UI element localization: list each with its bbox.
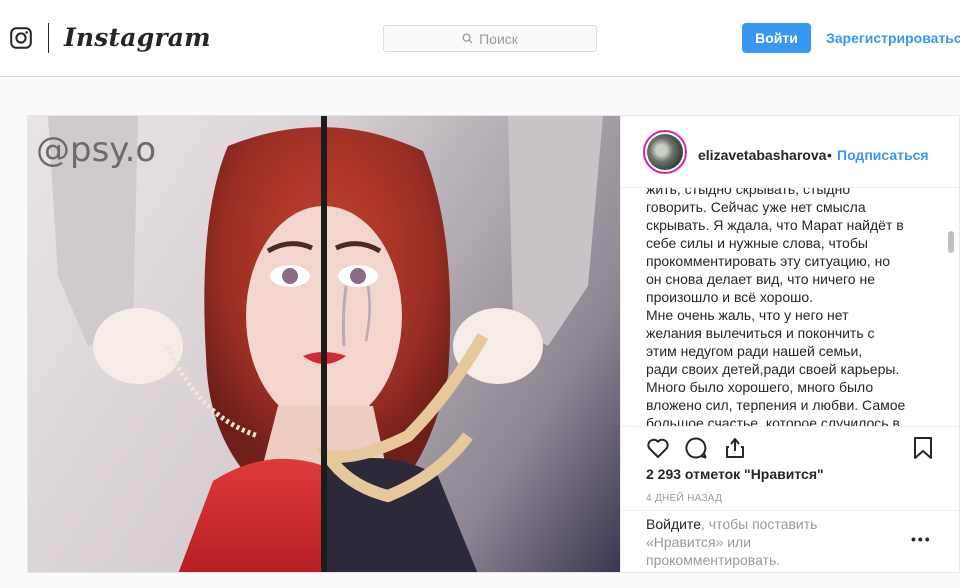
post-timestamp: 4 ДНЕЙ НАЗАД <box>646 493 723 504</box>
search-icon <box>462 31 473 47</box>
post-card: @psy.o elizavetabasharova • Подписаться … <box>27 115 960 573</box>
avatar-image <box>647 134 683 170</box>
search-placeholder: Поиск <box>479 30 518 47</box>
more-options-icon[interactable]: ••• <box>911 531 932 547</box>
logo-divider <box>48 23 49 53</box>
likes-count[interactable]: 2 293 отметок "Нравится" <box>646 466 824 482</box>
post-photo[interactable]: @psy.o <box>28 116 620 572</box>
author-username[interactable]: elizavetabasharova <box>698 147 828 163</box>
header-separator: • <box>827 147 832 163</box>
instagram-camera-icon[interactable] <box>10 27 32 49</box>
caption-text: жить, стыдно скрывать, стыдно говорить. … <box>646 188 906 426</box>
post-header: elizavetabasharova • Подписаться <box>621 116 959 188</box>
login-prompt: Войдите, чтобы поставить «Нравится» или … <box>621 510 959 572</box>
login-prompt-text: Войдите, чтобы поставить «Нравится» или … <box>646 515 876 569</box>
post-caption[interactable]: жить, стыдно скрывать, стыдно говорить. … <box>646 188 946 426</box>
login-button[interactable]: Войти <box>742 23 811 53</box>
register-link[interactable]: Зарегистрироваться <box>826 30 960 46</box>
post-sidebar: elizavetabasharova • Подписаться жить, с… <box>620 116 959 572</box>
top-navigation-bar: Instagram Поиск Войти Зарегистрироваться <box>0 0 960 77</box>
post-actions <box>621 426 959 466</box>
post-illustration: @psy.o <box>28 116 620 572</box>
caption-scrollbar[interactable] <box>948 231 954 253</box>
follow-button[interactable]: Подписаться <box>837 147 929 163</box>
avatar[interactable] <box>643 130 687 174</box>
bookmark-icon[interactable] <box>910 435 936 461</box>
heart-icon[interactable] <box>645 435 671 461</box>
photo-watermark: @psy.o <box>36 130 156 170</box>
login-link[interactable]: Войдите <box>646 516 701 532</box>
share-icon[interactable] <box>722 435 748 461</box>
search-input[interactable]: Поиск <box>383 25 597 52</box>
instagram-wordmark[interactable]: Instagram <box>64 23 211 53</box>
comment-icon[interactable] <box>683 435 709 461</box>
